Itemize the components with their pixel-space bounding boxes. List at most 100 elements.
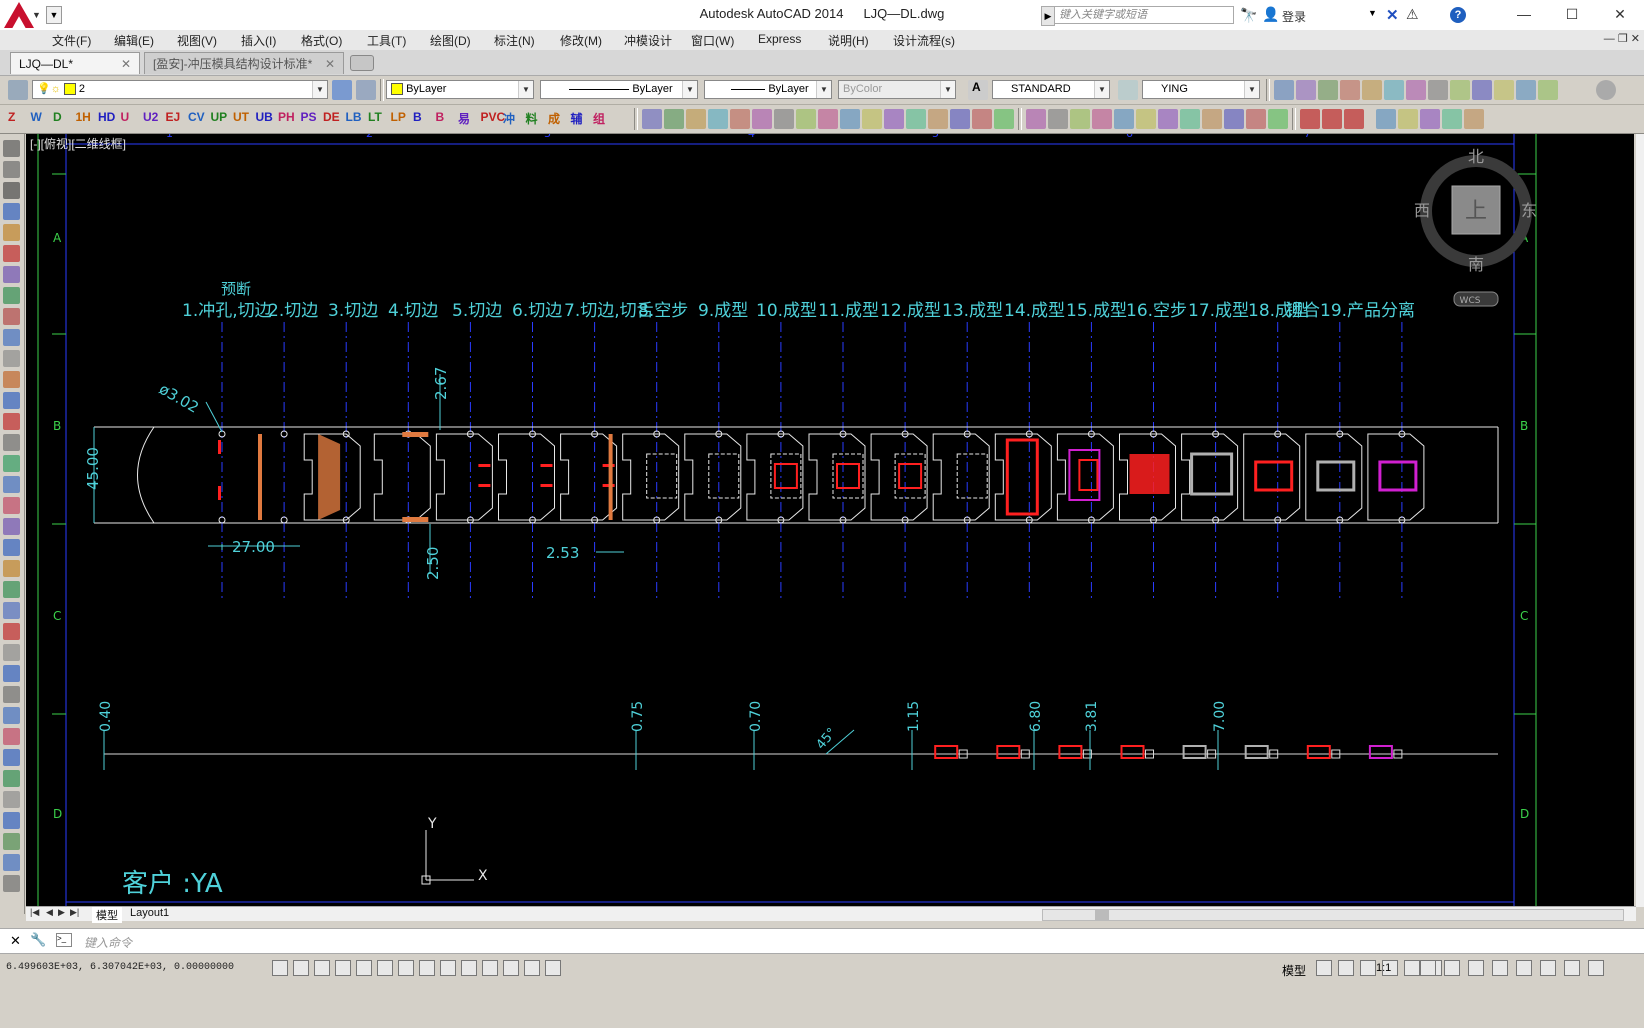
modify-tool-icon[interactable] <box>1136 109 1156 129</box>
maximize-button[interactable]: ☐ <box>1548 0 1596 28</box>
status-toggle-icon[interactable] <box>356 960 372 976</box>
modify-tool-icon[interactable] <box>1202 109 1222 129</box>
left-tool-icon[interactable] <box>3 476 20 493</box>
status-toggle-icon[interactable] <box>272 960 288 976</box>
draw-tool-icon[interactable] <box>642 109 662 129</box>
die-tool-icon[interactable]: LT <box>368 110 382 124</box>
compass-north[interactable]: 北 <box>1468 147 1484 166</box>
command-input[interactable]: 键入命令 <box>84 934 132 951</box>
toolbar-tool-icon[interactable] <box>1384 80 1404 100</box>
toolbar-tool-icon[interactable] <box>1538 80 1558 100</box>
left-tool-icon[interactable] <box>3 602 20 619</box>
left-tool-icon[interactable] <box>3 770 20 787</box>
left-tool-icon[interactable] <box>3 728 20 745</box>
draw-tool-icon[interactable] <box>730 109 750 129</box>
modify-tool-icon[interactable] <box>1092 109 1112 129</box>
die-tool-icon[interactable]: PH <box>278 110 295 124</box>
util-tool-icon[interactable] <box>1464 109 1484 129</box>
die-tool-icon[interactable]: EJ <box>166 110 181 124</box>
zoom-icon[interactable] <box>1596 80 1616 100</box>
die-tool-icon[interactable]: U2 <box>143 110 158 124</box>
draw-tool-icon[interactable] <box>752 109 772 129</box>
die-tool-icon[interactable]: 1H <box>76 110 91 124</box>
die-tool-icon[interactable]: U <box>121 110 130 124</box>
draw-tool-icon[interactable] <box>906 109 926 129</box>
draw-tool-icon[interactable] <box>950 109 970 129</box>
status-toggle-icon[interactable] <box>314 960 330 976</box>
annotation-scale[interactable]: 1:1 <box>1376 962 1391 974</box>
status-tray-icon[interactable] <box>1588 960 1604 976</box>
left-tool-icon[interactable] <box>3 182 20 199</box>
status-toggle-icon[interactable] <box>377 960 393 976</box>
modify-tool-icon[interactable] <box>1268 109 1288 129</box>
util-tool-icon[interactable] <box>1420 109 1440 129</box>
toolbar-tool-icon[interactable] <box>1362 80 1382 100</box>
draw-tool-icon[interactable] <box>686 109 706 129</box>
left-tool-icon[interactable] <box>3 140 20 157</box>
menu-dimension[interactable]: 标注(N) <box>494 32 535 49</box>
menu-insert[interactable]: 插入(I) <box>241 32 276 49</box>
tab-model[interactable]: 模型 <box>92 907 122 923</box>
left-tool-icon[interactable] <box>3 833 20 850</box>
menu-express[interactable]: Express <box>758 32 801 46</box>
status-toggle-icon[interactable] <box>524 960 540 976</box>
status-tray-icon[interactable] <box>1404 960 1420 976</box>
die-tool-icon[interactable]: W <box>31 110 42 124</box>
draw-tool-icon[interactable] <box>928 109 948 129</box>
search-expand-button[interactable]: ▶ <box>1041 6 1055 26</box>
status-tray-icon[interactable] <box>1492 960 1508 976</box>
menu-modify[interactable]: 修改(M) <box>560 32 602 49</box>
viewport-controls-label[interactable]: [-][俯视][二维线框] <box>30 135 126 152</box>
toolbar-tool-icon[interactable] <box>1406 80 1426 100</box>
toolbar-tool-icon[interactable] <box>1450 80 1470 100</box>
modify-tool-icon[interactable] <box>1180 109 1200 129</box>
modify-tool-icon[interactable] <box>1026 109 1046 129</box>
menu-design-flow[interactable]: 设计流程(s) <box>893 32 955 49</box>
die-tool-icon[interactable]: LB <box>346 110 362 124</box>
status-toggle-icon[interactable] <box>503 960 519 976</box>
die-tool-icon[interactable]: 冲 <box>503 110 515 127</box>
die-tool-icon[interactable]: B <box>436 110 445 124</box>
die-tool-icon[interactable]: D <box>53 110 62 124</box>
compass-west[interactable]: 西 <box>1414 201 1430 220</box>
die-tool-icon[interactable]: CV <box>188 110 205 124</box>
left-tool-icon[interactable] <box>3 308 20 325</box>
compass-south[interactable]: 南 <box>1468 255 1484 274</box>
menu-die-design[interactable]: 冲模设计 <box>624 32 672 49</box>
die-part-icon[interactable] <box>1322 109 1342 129</box>
modify-tool-icon[interactable] <box>1114 109 1134 129</box>
left-tool-icon[interactable] <box>3 749 20 766</box>
next-tab-button[interactable]: ▶ <box>58 907 65 918</box>
binoculars-icon[interactable]: 🔭 <box>1240 7 1257 24</box>
user-icon[interactable]: 👤 <box>1262 6 1279 23</box>
toolbar-tool-icon[interactable] <box>1340 80 1360 100</box>
left-tool-icon[interactable] <box>3 497 20 514</box>
tab-inactive-document[interactable]: [盈安]-冲压模具结构设计标准* ✕ <box>144 52 344 74</box>
draw-tool-icon[interactable] <box>796 109 816 129</box>
toolbar-tool-icon[interactable] <box>1516 80 1536 100</box>
modify-tool-icon[interactable] <box>1224 109 1244 129</box>
left-tool-icon[interactable] <box>3 560 20 577</box>
minimize-button[interactable]: — <box>1500 0 1548 28</box>
dim-style-select[interactable]: YING ▼ <box>1142 80 1260 99</box>
die-part-icon[interactable] <box>1344 109 1364 129</box>
die-tool-icon[interactable]: 辅 <box>571 110 583 127</box>
die-tool-icon[interactable]: PVC <box>481 110 506 124</box>
draw-tool-icon[interactable] <box>818 109 838 129</box>
util-tool-icon[interactable] <box>1376 109 1396 129</box>
die-tool-icon[interactable]: Z <box>8 110 15 124</box>
first-tab-button[interactable]: |◀ <box>30 907 39 918</box>
search-input[interactable]: 键入关键字或短语 <box>1054 6 1234 24</box>
a360-icon[interactable]: ⚠ <box>1406 6 1419 23</box>
util-tool-icon[interactable] <box>1442 109 1462 129</box>
status-toggle-icon[interactable] <box>440 960 456 976</box>
left-tool-icon[interactable] <box>3 266 20 283</box>
left-tool-icon[interactable] <box>3 224 20 241</box>
login-button[interactable]: 登录 <box>1282 8 1306 25</box>
left-tool-icon[interactable] <box>3 539 20 556</box>
model-space-button[interactable]: 模型 <box>1282 962 1306 979</box>
status-toggle-icon[interactable] <box>335 960 351 976</box>
status-tray-icon[interactable] <box>1564 960 1580 976</box>
compass-east[interactable]: 东 <box>1521 201 1537 220</box>
status-tray-icon[interactable] <box>1316 960 1332 976</box>
